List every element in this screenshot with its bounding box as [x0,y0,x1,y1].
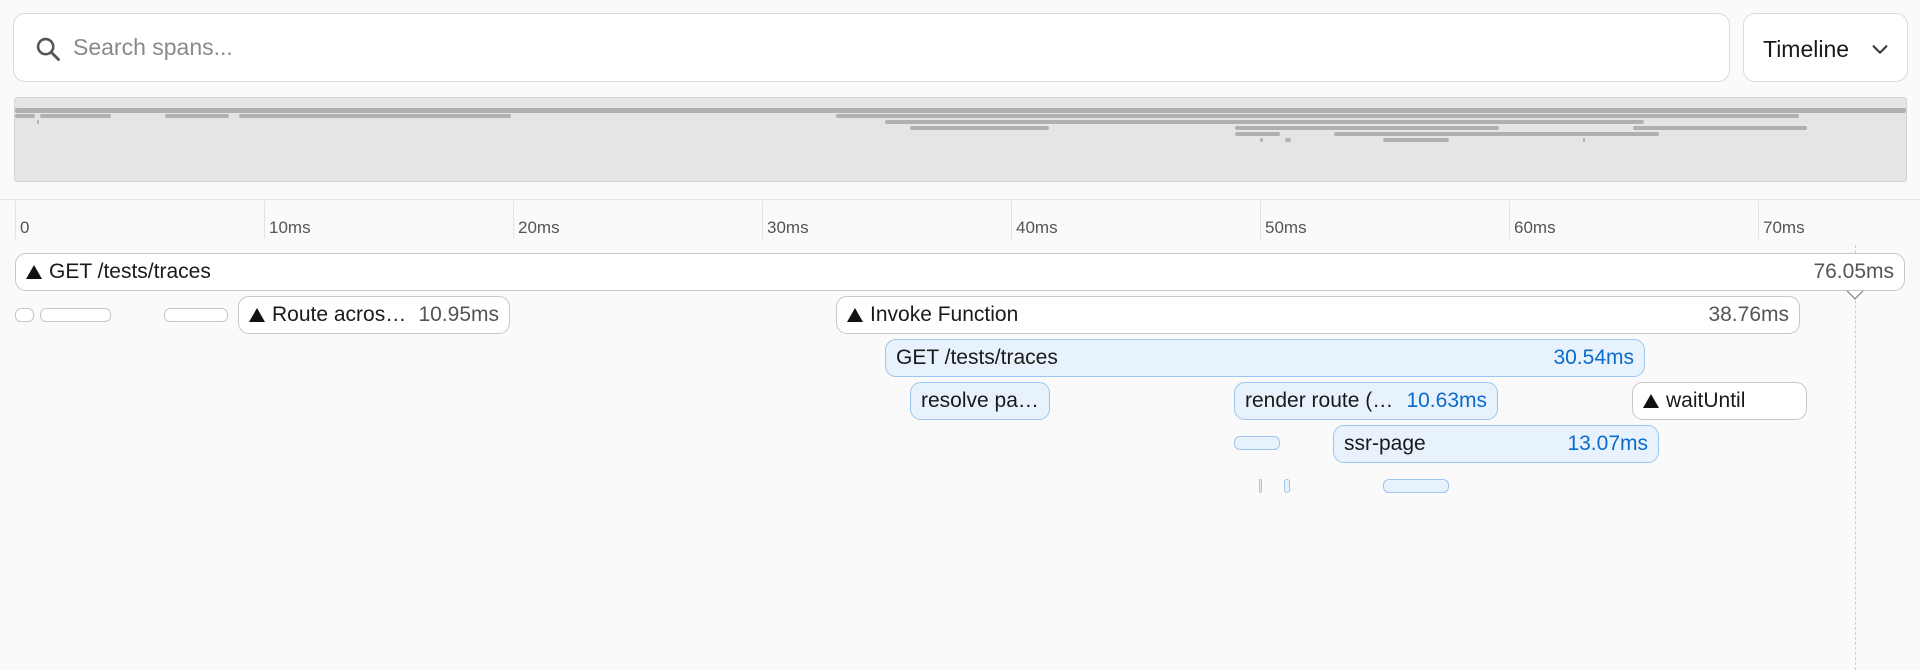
span-name: ssr-page [1344,432,1426,455]
span-collapsed[interactable] [1259,479,1262,493]
span-root[interactable]: GET /tests/traces 76.05ms [15,253,1905,291]
span-name: render route (app) [1245,389,1396,412]
minimap-bar [1633,126,1807,130]
span-collapsed[interactable] [1284,479,1290,493]
toolbar: Timeline [0,0,1920,96]
span-name: resolve page components [921,389,1039,412]
timeline-end-marker [1855,245,1856,670]
span-collapsed[interactable] [1234,436,1280,450]
tick-line [1011,201,1012,239]
search-icon [36,37,60,61]
tick-label-10ms: 10ms [269,218,311,237]
span-resolve[interactable]: resolve page components [910,382,1050,420]
span-wait-until[interactable]: waitUntil [1632,382,1807,420]
tick-label-50ms: 50ms [1265,218,1307,237]
span-collapsed[interactable] [15,308,34,322]
span-name: GET /tests/traces [49,260,211,283]
tick-line [1758,201,1759,239]
triangle-icon [847,308,863,322]
tick-line [1260,201,1261,239]
minimap-bar [37,120,39,124]
minimap-bar [165,114,229,118]
minimap-bar [1583,138,1585,142]
triangle-icon [1643,394,1659,408]
tick-line [1509,201,1510,239]
minimap-bar [1235,132,1280,136]
view-mode-label: Timeline [1763,36,1850,62]
span-name: waitUntil [1666,389,1746,412]
minimap-bar [239,114,511,118]
tick-label-0: 0 [20,218,30,237]
tick-label-60ms: 60ms [1514,218,1556,237]
span-invoke-function[interactable]: Invoke Function 38.76ms [836,296,1800,334]
minimap-bar [1235,126,1499,130]
minimap-bar [1383,138,1449,142]
tick-line [513,201,514,239]
tick-label-70ms: 70ms [1763,218,1805,237]
minimap-bar [15,108,1906,113]
span-duration: 76.05ms [1813,260,1894,283]
search-input[interactable] [73,14,1713,80]
span-name: GET /tests/traces [896,346,1058,369]
tick-label-30ms: 30ms [767,218,809,237]
tick-line [762,201,763,239]
minimap-bar [1285,138,1291,142]
tick-label-40ms: 40ms [1016,218,1058,237]
span-duration: 10.95ms [418,303,499,326]
span-name: Invoke Function [870,303,1019,326]
tick-line [264,201,265,239]
trace-minimap[interactable] [14,97,1907,182]
span-duration: 10.63ms [1406,389,1487,412]
tick-line [15,201,16,239]
span-collapsed[interactable] [40,308,111,322]
minimap-bar [885,120,1644,124]
span-collapsed[interactable] [1383,479,1449,493]
ruler-divider [0,199,1920,200]
minimap-bar [1334,132,1659,136]
tick-label-20ms: 20ms [518,218,560,237]
triangle-icon [26,265,42,279]
view-mode-select[interactable]: Timeline [1743,13,1908,82]
span-ssr-page[interactable]: ssr-page 13.07ms [1333,425,1659,463]
span-route[interactable]: Route across multiple regions 10.95ms [238,296,510,334]
span-collapsed[interactable] [164,308,228,322]
minimap-bar [836,114,1799,118]
minimap-bar [15,114,35,118]
span-get-inner[interactable]: GET /tests/traces 30.54ms [885,339,1645,377]
span-duration: 30.54ms [1553,346,1634,369]
chevron-down-icon [1872,45,1888,54]
span-name: Route across multiple regions [272,303,408,326]
span-render-route[interactable]: render route (app) 10.63ms [1234,382,1498,420]
span-duration: 13.07ms [1567,432,1648,455]
span-duration: 38.76ms [1708,303,1789,326]
triangle-icon [249,308,265,322]
minimap-bar [910,126,1049,130]
search-box[interactable] [13,13,1730,82]
minimap-bar [40,114,111,118]
minimap-bar [1260,138,1263,142]
